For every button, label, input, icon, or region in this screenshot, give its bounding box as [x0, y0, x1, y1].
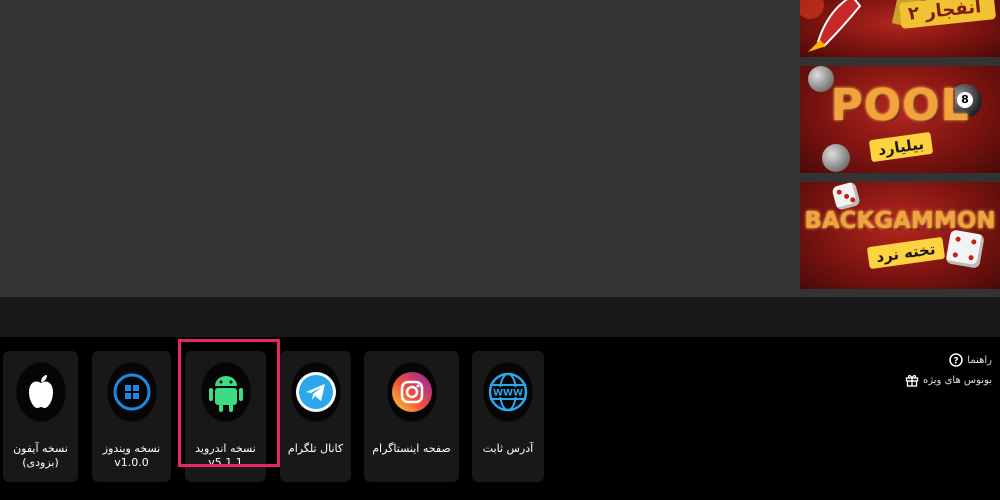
telegram-channel-card[interactable]: کانال تلگرام: [280, 351, 351, 482]
iphone-version-card[interactable]: نسخه آیفون (بزودی): [3, 351, 78, 482]
android-card-highlight: [178, 339, 280, 467]
telegram-icon: [291, 363, 340, 421]
instagram-icon: [387, 363, 436, 421]
banner-subtitle: تخته نرد: [866, 236, 945, 270]
question-icon: ?: [949, 353, 964, 367]
windows-version-card[interactable]: نسخه ویندوز v1.0.0: [92, 351, 171, 482]
card-label: آدرس ثابت: [482, 442, 534, 455]
help-label: راهنما: [967, 354, 992, 366]
dice-icon: [945, 229, 985, 269]
banner-subtitle: بیلیارد: [868, 131, 934, 163]
www-text: WWW: [493, 389, 523, 399]
svg-text:?: ?: [954, 357, 959, 367]
dice-icon: [831, 182, 861, 211]
card-label: نسخه ویندوز v1.0.0: [102, 442, 161, 469]
windows-icon: [107, 363, 156, 421]
banner-title: BACKGAMMON: [804, 208, 996, 234]
banner-pool-game[interactable]: 8 POOL بیلیارد: [800, 66, 1000, 173]
instagram-page-card[interactable]: صفحه اینستاگرام: [364, 351, 459, 482]
separator-strip: [0, 297, 1000, 337]
website-address-card[interactable]: WWW آدرس ثابت: [472, 351, 544, 482]
apple-icon: [16, 363, 65, 421]
gift-icon: [905, 375, 919, 387]
card-label: کانال تلگرام: [287, 442, 344, 455]
billiard-ball-icon: [822, 144, 850, 172]
banner-explosion-game[interactable]: انفجار ۲: [800, 0, 1000, 57]
special-bonuses-link[interactable]: بونوس های ویژه: [905, 373, 992, 387]
banner-title: POOL: [830, 80, 970, 131]
banner-backgammon-game[interactable]: BACKGAMMON تخته نرد: [800, 182, 1000, 289]
card-label: صفحه اینستاگرام: [372, 442, 451, 455]
www-globe-icon: WWW: [484, 363, 532, 421]
card-label: نسخه آیفون (بزودی): [13, 442, 68, 469]
help-link[interactable]: راهنما ?: [949, 353, 992, 367]
bonuses-label: بونوس های ویژه: [923, 374, 992, 386]
